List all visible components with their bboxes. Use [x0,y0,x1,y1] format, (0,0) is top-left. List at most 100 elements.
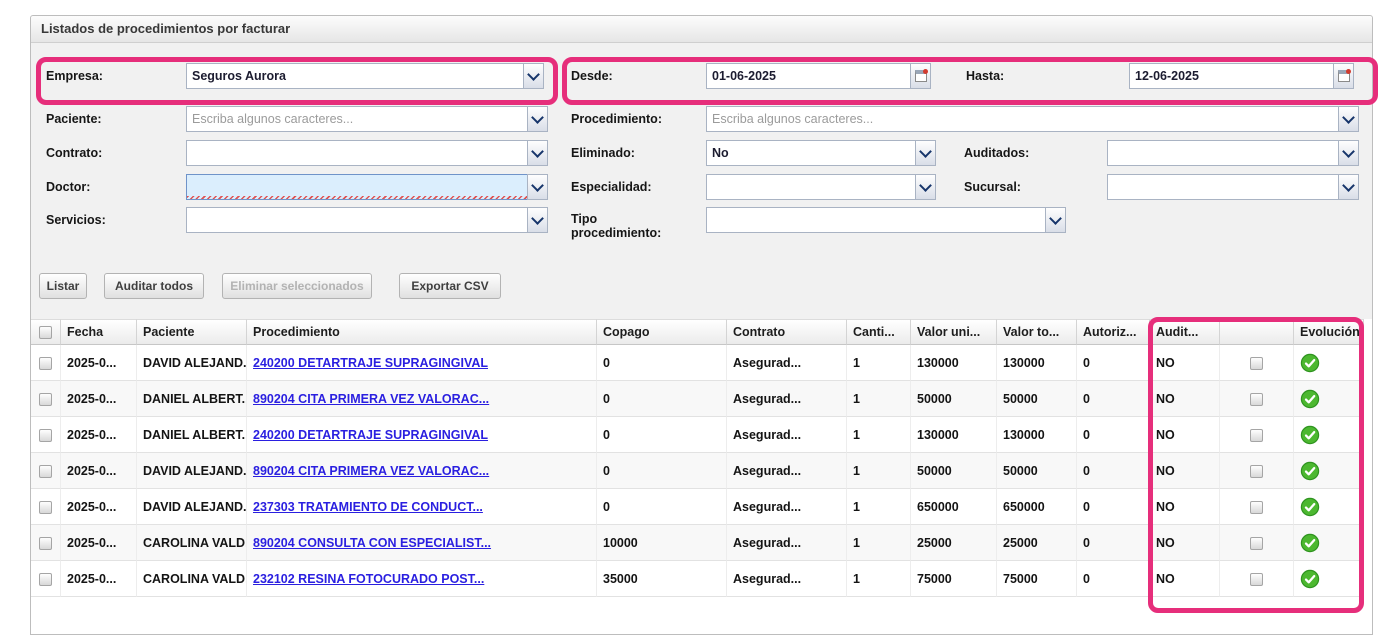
evolucion-check-icon[interactable] [1300,461,1320,481]
empresa-label: Empresa: [46,69,103,83]
select-all-checkbox[interactable] [39,326,52,340]
row-select-checkbox[interactable] [39,500,52,514]
row-select-checkbox[interactable] [39,536,52,550]
row-select-checkbox[interactable] [39,356,52,370]
paciente-label: Paciente: [46,112,102,126]
cell-auditado: NO [1150,453,1220,489]
procedimiento-link[interactable]: 240200 DETARTRAJE SUPRAGINGIVAL [253,428,488,442]
chevron-down-icon[interactable] [527,174,548,200]
header-contrato[interactable]: Contrato [727,319,847,345]
hasta-input[interactable] [1129,63,1333,89]
audit-checkbox[interactable] [1250,500,1263,514]
empresa-input[interactable] [186,63,523,89]
cell-cantidad: 1 [847,417,911,453]
doctor-input[interactable] [186,174,527,200]
row-select-checkbox[interactable] [39,464,52,478]
header-copago[interactable]: Copago [597,319,727,345]
cell-valor-total: 50000 [997,381,1077,417]
header-procedimiento[interactable]: Procedimiento [247,319,597,345]
table-row: 2025-0... DANIEL ALBERT... 890204 CITA P… [31,381,1364,417]
contrato-input[interactable] [186,140,527,166]
evolucion-check-icon[interactable] [1300,389,1320,409]
chevron-down-icon[interactable] [1338,174,1359,200]
exportar-csv-button[interactable]: Exportar CSV [399,273,501,299]
cell-autorizado: 0 [1077,417,1150,453]
cell-cantidad: 1 [847,489,911,525]
procedimiento-link[interactable]: 890204 CITA PRIMERA VEZ VALORAC... [253,464,489,478]
cell-fecha: 2025-0... [61,561,137,597]
auditados-input[interactable] [1107,140,1338,166]
row-select-checkbox[interactable] [39,428,52,442]
eliminado-input[interactable] [706,140,915,166]
header-fecha[interactable]: Fecha [61,319,137,345]
servicios-combobox [186,207,548,233]
audit-checkbox[interactable] [1250,464,1263,478]
table-row: 2025-0... CAROLINA VALD... 890204 CONSUL… [31,525,1364,561]
cell-auditado: NO [1150,417,1220,453]
audit-checkbox[interactable] [1250,428,1263,442]
chevron-down-icon[interactable] [527,207,548,233]
page: Listados de procedimientos por facturar … [0,0,1400,635]
cell-valor-unitario: 25000 [911,525,997,561]
audit-checkbox[interactable] [1250,356,1263,370]
chevron-down-icon[interactable] [527,140,548,166]
procedimiento-link[interactable]: 232102 RESINA FOTOCURADO POST... [253,572,484,586]
header-autorizado[interactable]: Autoriz... [1077,319,1150,345]
header-auditado[interactable]: Audit... [1150,319,1220,345]
evolucion-check-icon[interactable] [1300,497,1320,517]
calendar-icon[interactable] [1333,63,1354,89]
header-audit-check[interactable] [1220,319,1294,345]
servicios-input[interactable] [186,207,527,233]
evolucion-check-icon[interactable] [1300,353,1320,373]
listar-button[interactable]: Listar [39,273,87,299]
cell-copago: 10000 [597,525,727,561]
desde-input[interactable] [706,63,910,89]
cell-audit-select [1220,489,1294,525]
cell-audit-select [1220,561,1294,597]
cell-copago: 0 [597,345,727,381]
cell-copago: 0 [597,489,727,525]
tipo-procedimiento-input[interactable] [706,207,1045,233]
chevron-down-icon[interactable] [527,106,548,132]
cell-contrato: Asegurad... [727,417,847,453]
calendar-icon[interactable] [910,63,931,89]
procedimiento-link[interactable]: 240200 DETARTRAJE SUPRAGINGIVAL [253,356,488,370]
audit-checkbox[interactable] [1250,536,1263,550]
cell-valor-unitario: 130000 [911,417,997,453]
header-valor-total[interactable]: Valor to... [997,319,1077,345]
chevron-down-icon[interactable] [1338,106,1359,132]
procedimiento-link[interactable]: 890204 CITA PRIMERA VEZ VALORAC... [253,392,489,406]
paciente-input[interactable] [186,106,527,132]
especialidad-combobox [706,174,936,200]
row-select-checkbox[interactable] [39,392,52,406]
evolucion-check-icon[interactable] [1300,569,1320,589]
procedures-grid: Fecha Paciente Procedimiento Copago Cont… [31,319,1364,597]
evolucion-check-icon[interactable] [1300,533,1320,553]
header-row: Fecha Paciente Procedimiento Copago Cont… [31,319,1364,345]
chevron-down-icon[interactable] [523,63,544,89]
chevron-down-icon[interactable] [1045,207,1066,233]
cell-audit-select [1220,345,1294,381]
header-evolucion[interactable]: Evolución [1294,319,1364,345]
especialidad-input[interactable] [706,174,915,200]
procedimiento-input[interactable] [706,106,1338,132]
header-valor-unitario[interactable]: Valor uni... [911,319,997,345]
procedimiento-link[interactable]: 237303 TRATAMIENTO DE CONDUCT... [253,500,483,514]
audit-checkbox[interactable] [1250,572,1263,586]
row-select-checkbox[interactable] [39,572,52,586]
audit-checkbox[interactable] [1250,392,1263,406]
cell-fecha: 2025-0... [61,417,137,453]
auditar-todos-button[interactable]: Auditar todos [104,273,204,299]
cell-valor-total: 50000 [997,453,1077,489]
chevron-down-icon[interactable] [915,140,936,166]
eliminar-seleccionados-button[interactable]: Eliminar seleccionados [222,273,372,299]
header-paciente[interactable]: Paciente [137,319,247,345]
sucursal-input[interactable] [1107,174,1338,200]
evolucion-check-icon[interactable] [1300,425,1320,445]
procedimiento-link[interactable]: 890204 CONSULTA CON ESPECIALIST... [253,536,491,550]
chevron-down-icon[interactable] [915,174,936,200]
cell-valor-total: 130000 [997,345,1077,381]
chevron-down-icon[interactable] [1338,140,1359,166]
cell-fecha: 2025-0... [61,453,137,489]
header-cantidad[interactable]: Canti... [847,319,911,345]
